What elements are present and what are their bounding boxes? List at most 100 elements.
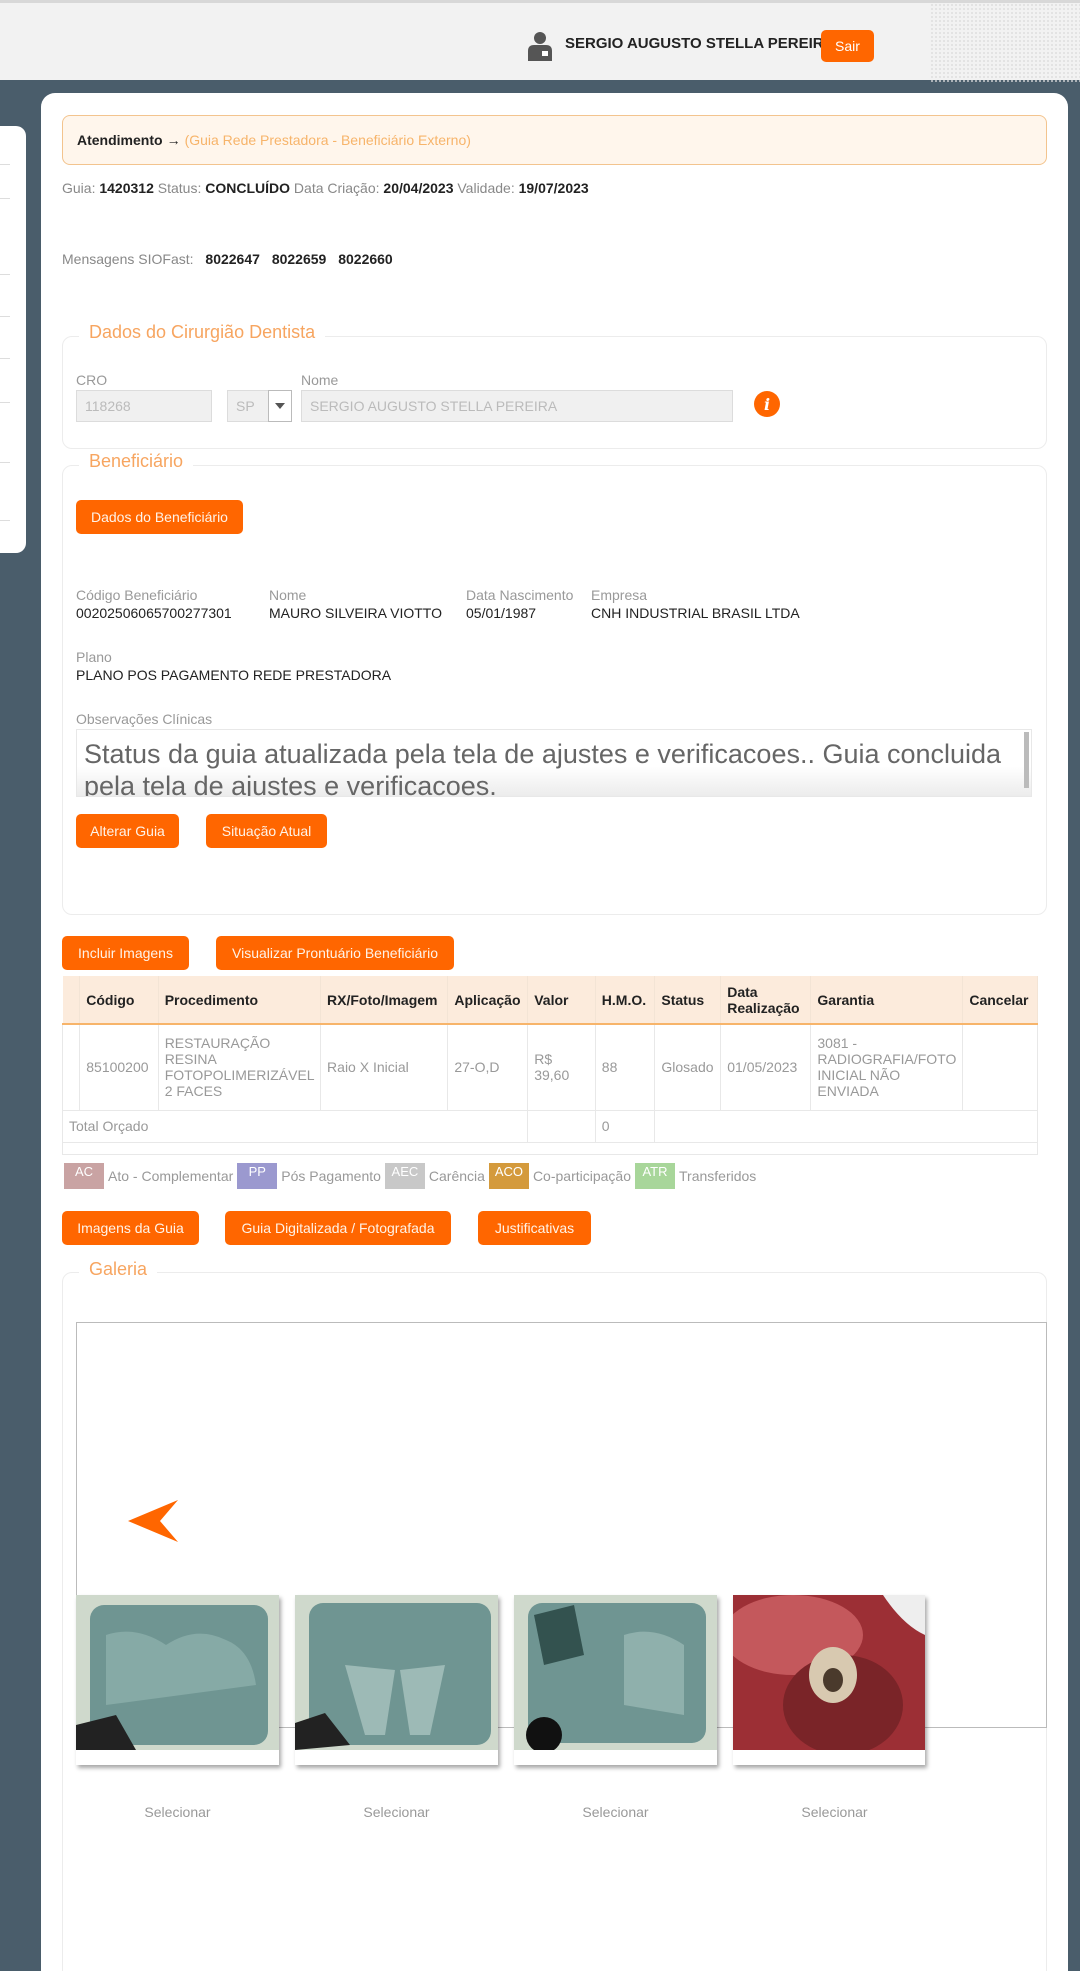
mouth-photo bbox=[733, 1595, 925, 1750]
cell-aplicacao: 27-O,D bbox=[447, 1023, 529, 1111]
xray-image bbox=[514, 1595, 717, 1750]
cell-hmo: 88 bbox=[594, 1023, 656, 1111]
gallery-legend: Galeria bbox=[79, 1259, 158, 1280]
visualizar-prontuario-button[interactable]: Visualizar Prontuário Beneficiário bbox=[216, 936, 454, 970]
dados-beneficiario-button[interactable]: Dados do Beneficiário bbox=[76, 500, 243, 534]
guia-number: 1420312 bbox=[99, 180, 154, 196]
cell-garantia: 3081 - RADIOGRAFIA/FOTO INICIAL NÃO ENVI… bbox=[810, 1023, 964, 1111]
total-valor bbox=[527, 1109, 596, 1143]
incluir-imagens-button[interactable]: Incluir Imagens bbox=[62, 936, 189, 970]
col-rx: RX/Foto/Imagem bbox=[320, 976, 449, 1025]
legend-label-aec: Carência bbox=[428, 1168, 485, 1184]
cro-label: CRO bbox=[76, 372, 108, 388]
legend-swatch-aec: AEC bbox=[384, 1163, 425, 1189]
spacer-row bbox=[62, 1141, 1038, 1155]
data-criacao-label: Data Criação: bbox=[293, 180, 380, 196]
obs-label: Observações Clínicas bbox=[76, 711, 213, 727]
legend-swatch-pp: PP bbox=[237, 1163, 278, 1189]
guia-label: Guia: bbox=[62, 180, 96, 196]
scrollbar[interactable] bbox=[1024, 732, 1029, 788]
chevron-down-icon[interactable] bbox=[268, 390, 292, 422]
data-nascimento: 05/01/1987 bbox=[466, 605, 537, 621]
messages-line: Mensagens SIOFast: 8022647 8022659 80226… bbox=[62, 251, 393, 267]
col-hmo: H.M.O. bbox=[595, 976, 656, 1025]
validade: 19/07/2023 bbox=[518, 180, 589, 196]
justificativas-button[interactable]: Justificativas bbox=[478, 1211, 591, 1245]
breadcrumb-main: Atendimento bbox=[77, 132, 163, 148]
legend-swatch-ac: AC bbox=[64, 1163, 104, 1189]
row-marker bbox=[61, 1023, 81, 1111]
table-row: 85100200 RESTAURAÇÃO RESINA FOTOPOLIMERI… bbox=[61, 1023, 1038, 1111]
observacoes-text: Status da guia atualizada pela tela de a… bbox=[84, 739, 1002, 797]
col-status: Status bbox=[654, 976, 722, 1025]
total-rest bbox=[654, 1109, 1038, 1143]
dentist-legend: Dados do Cirurgião Dentista bbox=[79, 322, 326, 343]
observacoes-textarea[interactable]: Status da guia atualizada pela tela de a… bbox=[76, 729, 1032, 797]
legend-label-pp: Pós Pagamento bbox=[281, 1168, 381, 1184]
guia-digitalizada-button[interactable]: Guia Digitalizada / Fotografada bbox=[225, 1211, 451, 1245]
col-procedimento: Procedimento bbox=[158, 976, 322, 1025]
guide-status: CONCLUÍDO bbox=[205, 180, 291, 196]
user-icon bbox=[528, 32, 552, 61]
procedures-table: Código Procedimento RX/Foto/Imagem Aplic… bbox=[61, 976, 1038, 1155]
top-bar: SERGIO AUGUSTO STELLA PEREIRA Sair bbox=[0, 0, 1080, 83]
arrow-left-icon[interactable] bbox=[128, 1500, 178, 1542]
cell-status: Glosado bbox=[654, 1023, 722, 1111]
message-code[interactable]: 8022659 bbox=[272, 251, 327, 267]
dentist-name-field[interactable]: SERGIO AUGUSTO STELLA PEREIRA bbox=[301, 390, 733, 422]
cro-field[interactable]: 118268 bbox=[76, 390, 212, 422]
status-legend: AC Ato - Complementar PP Pós Pagamento A… bbox=[64, 1163, 760, 1189]
select-link[interactable]: Selecionar bbox=[295, 1804, 498, 1820]
select-link[interactable]: Selecionar bbox=[76, 1804, 279, 1820]
cell-codigo: 85100200 bbox=[79, 1023, 159, 1111]
plano: PLANO POS PAGAMENTO REDE PRESTADORA bbox=[76, 667, 392, 683]
alterar-guia-button[interactable]: Alterar Guia bbox=[76, 814, 179, 848]
total-hmo: 0 bbox=[594, 1109, 656, 1143]
beneficiary-legend: Beneficiário bbox=[79, 451, 194, 472]
logout-button[interactable]: Sair bbox=[821, 30, 874, 62]
messages-label: Mensagens SIOFast: bbox=[62, 251, 194, 267]
legend-label-atr: Transferidos bbox=[679, 1168, 757, 1184]
col-valor: Valor bbox=[527, 976, 596, 1025]
header-pattern bbox=[930, 3, 1080, 83]
table-header-row: Código Procedimento RX/Foto/Imagem Aplic… bbox=[62, 976, 1038, 1025]
select-link[interactable]: Selecionar bbox=[733, 1804, 936, 1820]
uf-select[interactable]: SP bbox=[227, 390, 269, 422]
codigo-beneficiario-label: Código Beneficiário bbox=[76, 587, 198, 603]
situacao-atual-button[interactable]: Situação Atual bbox=[206, 814, 327, 848]
message-code[interactable]: 8022647 bbox=[205, 251, 260, 267]
message-code[interactable]: 8022660 bbox=[338, 251, 393, 267]
status-label: Status: bbox=[157, 180, 202, 196]
validade-label: Validade: bbox=[457, 180, 515, 196]
legend-label-ac: Ato - Complementar bbox=[108, 1168, 234, 1184]
nome-dentist-label: Nome bbox=[301, 372, 339, 388]
col-codigo: Código bbox=[79, 976, 159, 1025]
table-header-blank bbox=[62, 976, 81, 1025]
gallery-thumbnail[interactable] bbox=[733, 1595, 925, 1765]
breadcrumb: Atendimento → (Guia Rede Prestadora - Be… bbox=[62, 115, 1047, 165]
gallery-thumbnail[interactable] bbox=[514, 1595, 717, 1765]
info-icon[interactable]: i bbox=[754, 391, 780, 417]
gallery-thumbnail[interactable] bbox=[76, 1595, 279, 1765]
plano-label: Plano bbox=[76, 649, 112, 665]
cell-procedimento: RESTAURAÇÃO RESINA FOTOPOLIMERIZÁVEL 2 F… bbox=[157, 1023, 322, 1111]
user-name: SERGIO AUGUSTO STELLA PEREIRA bbox=[565, 35, 835, 52]
select-link[interactable]: Selecionar bbox=[514, 1804, 717, 1820]
data-criacao: 20/04/2023 bbox=[383, 180, 454, 196]
col-cancelar: Cancelar bbox=[962, 976, 1038, 1025]
total-label: Total Orçado bbox=[61, 1109, 529, 1143]
legend-swatch-aco: ACO bbox=[488, 1163, 529, 1189]
legend-swatch-atr: ATR bbox=[635, 1163, 675, 1189]
col-garantia: Garantia bbox=[810, 976, 964, 1025]
xray-image bbox=[295, 1595, 498, 1750]
legend-label-aco: Co-participação bbox=[532, 1168, 631, 1184]
nome-beneficiario-label: Nome bbox=[269, 587, 307, 603]
total-row: Total Orçado 0 bbox=[61, 1109, 1038, 1143]
codigo-beneficiario: 00202506065700277301 bbox=[76, 605, 232, 621]
gallery-thumbnail[interactable] bbox=[295, 1595, 498, 1765]
data-nascimento-label: Data Nascimento bbox=[466, 587, 574, 603]
breadcrumb-sub: (Guia Rede Prestadora - Beneficiário Ext… bbox=[184, 132, 471, 148]
cell-valor: R$ 39,60 bbox=[527, 1023, 596, 1111]
imagens-guia-button[interactable]: Imagens da Guia bbox=[62, 1211, 199, 1245]
cell-cancelar[interactable] bbox=[962, 1023, 1038, 1111]
